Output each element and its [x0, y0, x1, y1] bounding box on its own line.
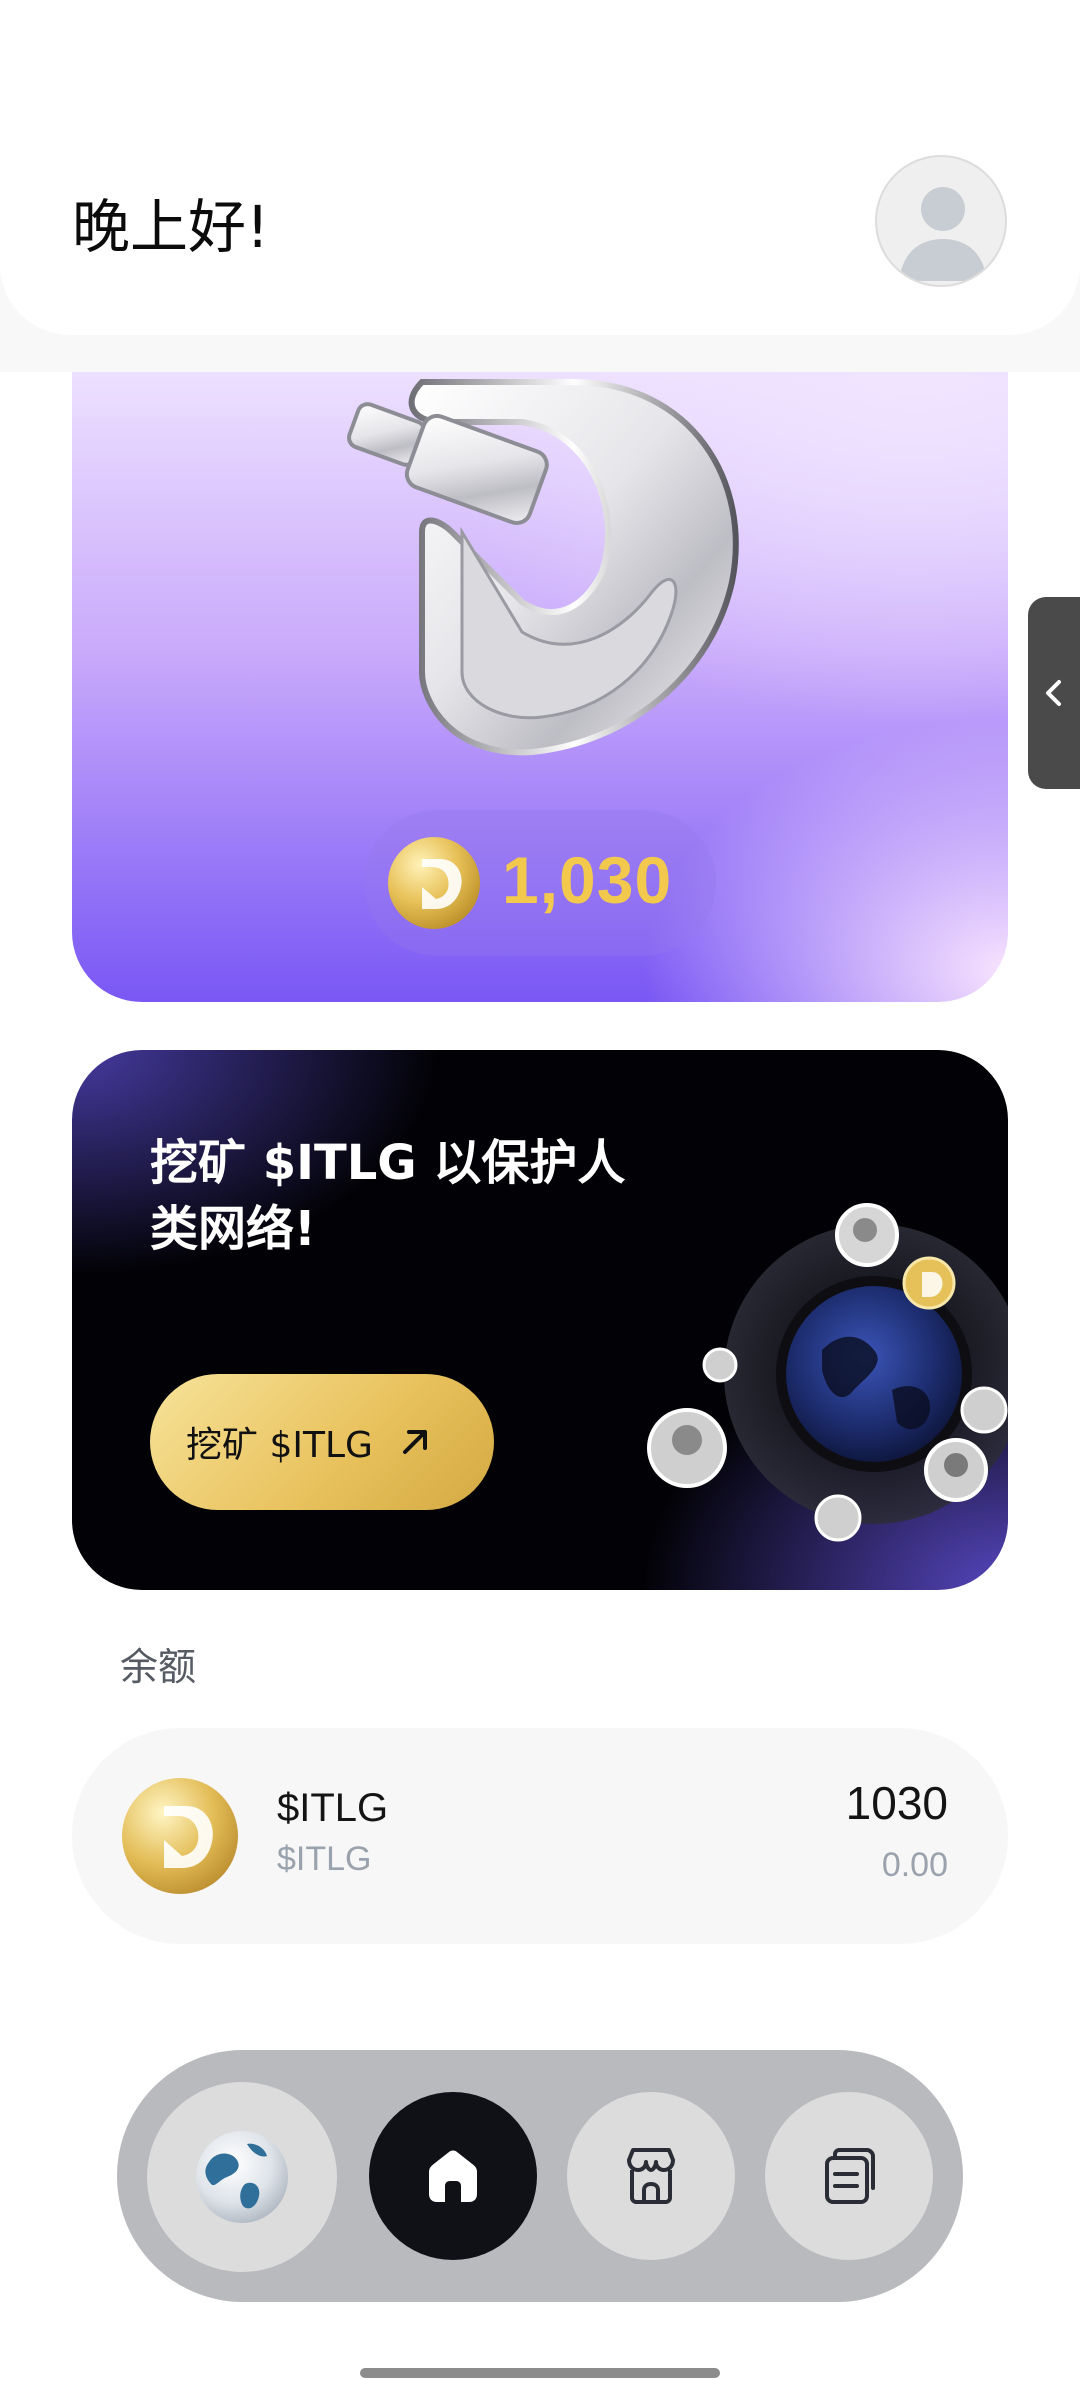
nav-explore-button[interactable] — [147, 2082, 337, 2272]
home-icon — [429, 2150, 477, 2202]
itlg-token-icon — [122, 1778, 238, 1894]
greeting-text: 晚上好! — [72, 193, 270, 261]
token-amount: 1030 — [845, 1777, 948, 1829]
token-name: $ITLG — [277, 1786, 389, 1830]
side-drawer-tab[interactable] — [1028, 597, 1080, 789]
coin-amount: 1,030 — [502, 843, 673, 917]
itlg-logo-3d-icon — [347, 379, 739, 756]
mine-button-label: 挖矿 $ITLG — [186, 1425, 373, 1466]
balance-section-label: 余额 — [120, 1645, 197, 1689]
mining-promo-card: 挖矿 $ITLG 以保护人类网络! 挖矿 $ITLG — [72, 1050, 1008, 1590]
globe-icon — [196, 2131, 288, 2223]
token-fiat-value: 0.00 — [881, 1846, 948, 1884]
coin-balance-pill: 1,030 — [364, 810, 716, 956]
header: 晚上好! — [0, 0, 1080, 335]
promo-title: 挖矿 $ITLG 以保护人类网络! — [150, 1135, 626, 1257]
arrow-up-right-icon — [402, 1430, 427, 1454]
itlg-coin-icon — [388, 837, 480, 929]
hero-card: 1,030 — [72, 372, 1008, 1002]
shop-icon — [627, 2148, 675, 2204]
mine-itlg-button[interactable]: 挖矿 $ITLG — [150, 1374, 494, 1510]
nav-document-button[interactable] — [765, 2092, 933, 2260]
document-icon — [825, 2148, 875, 2204]
chevron-left-icon — [1046, 680, 1061, 706]
nav-shop-button[interactable] — [567, 2092, 735, 2260]
token-balance-row[interactable]: $ITLG $ITLG 1030 0.00 — [72, 1728, 1008, 1944]
bottom-navigation-bar — [117, 2050, 963, 2302]
human-network-globe-icon — [647, 1203, 1008, 1542]
user-icon — [899, 187, 987, 281]
home-indicator — [360, 2368, 720, 2378]
nav-home-button[interactable] — [369, 2092, 537, 2260]
avatar[interactable] — [875, 155, 1007, 287]
token-symbol: $ITLG — [277, 1840, 372, 1878]
